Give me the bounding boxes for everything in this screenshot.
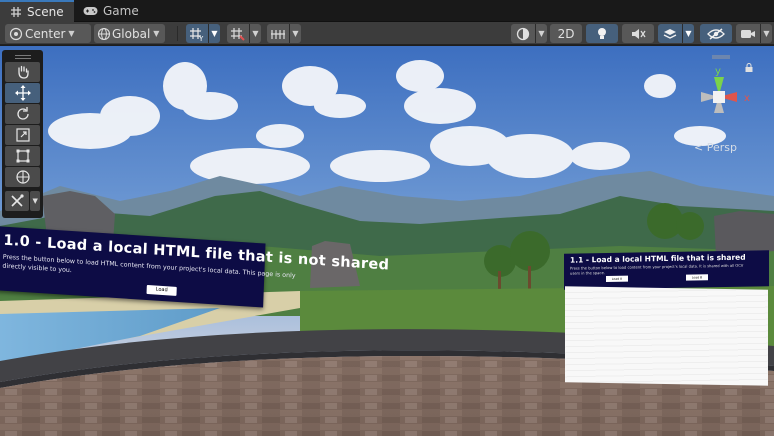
scale-icon [15,128,30,142]
increment-snap-button[interactable] [267,24,289,43]
snap-options-dropdown[interactable]: ▼ [249,24,261,43]
tools-icon [11,194,24,207]
mode-2d-label: 2D [557,26,575,41]
toolbar-divider [177,26,178,41]
layers-effects-icon [663,28,677,39]
chevron-down-icon: ▼ [68,29,75,38]
pivot-mode-dropdown[interactable]: Center ▼ [5,24,91,43]
move-tool-button[interactable] [5,83,40,103]
increment-snap-dropdown[interactable]: ▼ [289,24,301,43]
tab-scene-label: Scene [27,5,64,19]
tool-palette: ▼ [2,50,43,218]
audio-toggle[interactable] [622,24,654,43]
gizmo-y-label: y [715,66,721,77]
tab-game-label: Game [103,4,139,18]
load-a-button[interactable]: Load A [606,275,628,283]
load-button[interactable]: Load [146,284,177,296]
palette-drag-handle[interactable] [5,53,40,61]
transform-gizmo-icon [15,170,30,184]
grid-toggle-button[interactable]: Y [186,24,208,43]
increment-snap-group: ▼ [267,24,301,43]
grid-snap-icon [231,27,245,41]
custom-tool-button[interactable] [5,191,30,211]
pivot-center-icon [9,27,23,40]
rect-tool-button[interactable] [5,146,40,166]
scene-viewport[interactable]: 1.0 - Load a local HTML file that is not… [0,46,774,436]
camera-settings-button[interactable] [736,24,760,43]
draw-mode-button[interactable] [511,24,535,43]
scene-toolbar: Center ▼ Global ▼ Y ▼ ▼ ▼ ▼ 2D ▼ ▼ [0,22,774,45]
mode-2d-toggle[interactable]: 2D [550,24,582,43]
lighting-toggle[interactable] [586,24,618,43]
tab-game[interactable]: Game [74,0,149,22]
camera-settings-dropdown[interactable]: ▼ [760,24,772,43]
chevron-down-icon: ▼ [153,29,160,38]
grid-options-dropdown[interactable]: ▼ [208,24,220,43]
hash-grid-icon [11,7,21,17]
snap-toggle-group: ▼ [227,24,261,43]
grid-toggle-group: Y ▼ [186,24,220,43]
globe-icon [97,27,111,40]
web-browser-surface[interactable] [565,286,768,386]
projection-toggle[interactable]: < Persp [694,141,737,154]
draw-mode-group: ▼ [511,24,547,43]
camera-icon [741,29,755,38]
hand-tool-button[interactable] [5,62,40,82]
effects-group: ▼ [658,24,694,43]
camera-group: ▼ [736,24,772,43]
pivot-rotation-dropdown[interactable]: Global ▼ [94,24,165,43]
load-b-button[interactable]: Load B [686,274,708,281]
lightbulb-icon [598,27,606,39]
info-panel-shared-html: 1.1 - Load a local HTML file that is sha… [564,250,769,290]
effects-dropdown[interactable]: ▼ [682,24,694,43]
speaker-muted-icon [632,28,646,39]
hand-icon [17,65,29,79]
snap-toggle-button[interactable] [227,24,249,43]
transform-tool-button[interactable] [5,167,40,187]
draw-mode-dropdown[interactable]: ▼ [535,24,547,43]
shading-sphere-icon [516,27,530,40]
grid-y-icon: Y [190,27,204,41]
panel-description: Press the button below to load content f… [570,263,763,276]
tab-scene[interactable]: Scene [0,0,74,22]
effects-toggle-button[interactable] [658,24,682,43]
gamepad-icon [83,7,98,15]
rect-transform-icon [16,149,29,163]
custom-tools-dropdown[interactable]: ▼ [30,191,40,211]
rotate-tool-button[interactable] [5,104,40,124]
ruler-snap-icon [271,29,285,39]
eye-hidden-icon [707,27,725,40]
pivot-rotation-label: Global [112,26,151,41]
scene-visibility-toggle[interactable] [700,24,732,43]
pivot-mode-label: Center [25,26,66,41]
window-tab-bar: Scene Game [0,0,774,22]
scale-tool-button[interactable] [5,125,40,145]
gizmo-x-label: x [744,93,750,104]
svg-text:Y: Y [198,35,204,41]
move-arrows-icon [14,85,31,101]
rotate-icon [16,107,29,120]
lock-icon[interactable] [745,61,753,75]
